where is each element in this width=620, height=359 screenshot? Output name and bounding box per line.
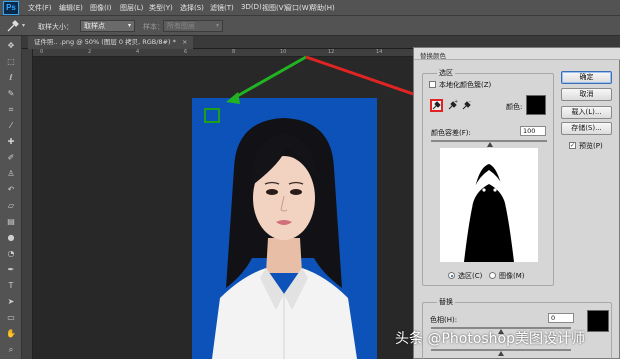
save-button[interactable]: 存储(S)...	[561, 122, 612, 135]
selection-group-label: 选区	[437, 68, 455, 78]
dialog-titlebar[interactable]: 替换颜色	[414, 48, 620, 60]
view-image-radio[interactable]	[489, 272, 496, 279]
svg-text:-: -	[469, 99, 471, 105]
replace-group-label: 替换	[437, 297, 455, 307]
preview-label: 预览(P)	[579, 142, 603, 150]
fuzziness-label: 颜色容差(F):	[431, 129, 471, 137]
preview-checkbox[interactable]: ✓	[569, 142, 576, 149]
eyedropper-plus-icon[interactable]: +	[447, 99, 460, 112]
load-button[interactable]: 载入(L)...	[561, 106, 612, 119]
selection-color-swatch[interactable]	[526, 95, 546, 115]
hue-label: 色相(H):	[430, 316, 458, 324]
eyedropper-minus-icon[interactable]: -	[461, 99, 474, 112]
green-arrow-head	[226, 92, 240, 104]
dialog-title: 替换颜色	[420, 52, 446, 60]
color-label: 颜色:	[506, 103, 523, 111]
red-arrow	[305, 55, 423, 99]
hue-input[interactable]: 0	[548, 313, 574, 323]
cancel-button[interactable]: 取消	[561, 88, 612, 101]
watermark-text: 头条 @Photoshop美图设计师	[395, 331, 586, 347]
svg-text:+: +	[454, 99, 458, 105]
view-image-label: 图像(M)	[499, 272, 525, 280]
green-arrow	[231, 55, 307, 101]
view-selection-label: 选区(C)	[458, 272, 483, 280]
localized-checkbox[interactable]	[429, 81, 436, 88]
saturation-slider-thumb[interactable]	[498, 351, 504, 356]
fuzziness-input[interactable]: 100	[520, 126, 546, 136]
fuzziness-slider-thumb[interactable]	[487, 142, 493, 147]
eyedropper-icon[interactable]	[430, 99, 443, 112]
localized-label: 本地化颜色簇(Z)	[439, 81, 492, 89]
result-color-swatch[interactable]	[587, 310, 609, 332]
selection-preview[interactable]	[440, 148, 538, 262]
view-selection-radio[interactable]	[448, 272, 455, 279]
ok-button[interactable]: 确定	[561, 71, 612, 84]
